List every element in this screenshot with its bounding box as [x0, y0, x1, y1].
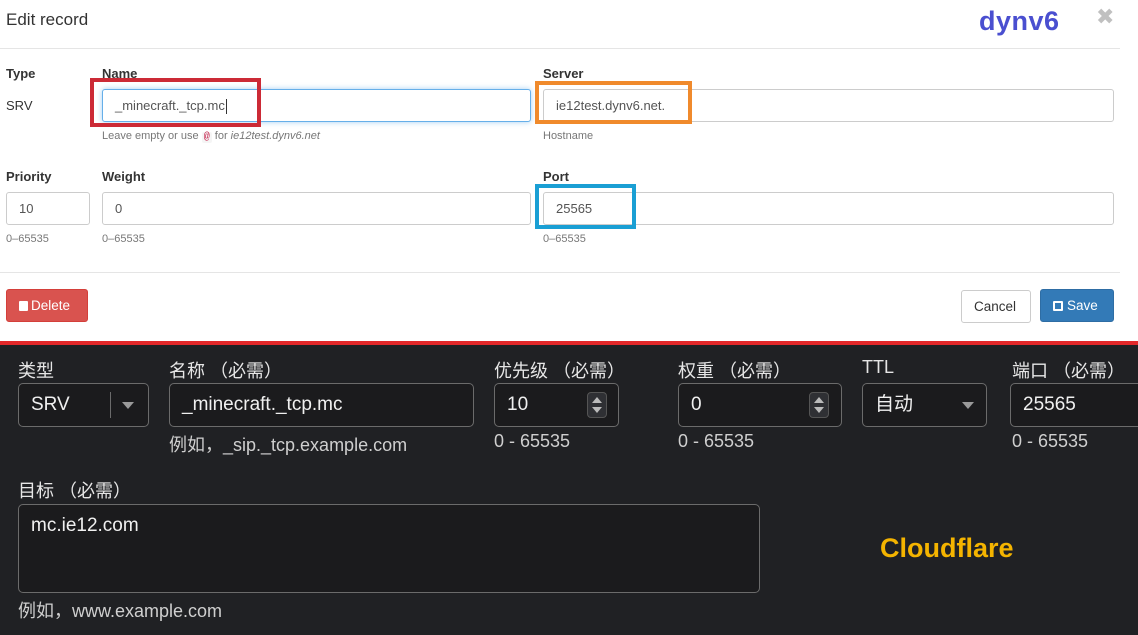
cf-priority-help: 0 - 65535 — [494, 431, 571, 451]
cancel-button[interactable]: Cancel — [961, 290, 1031, 323]
at-symbol-code: @ — [201, 132, 212, 143]
cf-ttl-value: 自动 — [875, 394, 914, 415]
port-label: Port — [543, 169, 569, 184]
cf-ttl-label: TTL — [862, 357, 895, 377]
cf-weight-input[interactable]: 0 — [678, 383, 842, 427]
dialog-title: Edit record — [6, 10, 89, 29]
cf-port-help: 0 - 65535 — [1012, 431, 1089, 451]
priority-input[interactable]: 10 — [6, 192, 90, 225]
weight-input[interactable]: 0 — [102, 192, 531, 225]
save-button[interactable]: Save — [1040, 289, 1114, 322]
cf-name-help: 例如，_sip._tcp.example.com — [169, 435, 408, 455]
weight-label: Weight — [102, 169, 146, 184]
cf-type-value: SRV — [31, 394, 70, 415]
delete-button-label: Delete — [31, 298, 71, 313]
save-button-label: Save — [1067, 298, 1098, 313]
spinner-arrows-icon[interactable] — [587, 392, 607, 418]
port-highlight-box — [535, 184, 636, 229]
cf-weight-help: 0 - 65535 — [678, 431, 755, 451]
cf-priority-input[interactable]: 10 — [494, 383, 619, 427]
cf-name-label: 名称 （必需） — [169, 361, 283, 381]
cf-ttl-select[interactable]: 自动 — [862, 383, 987, 427]
dynv6-brand-label: dynv6 — [979, 6, 1060, 36]
cf-priority-label: 优先级 （必需） — [494, 361, 626, 381]
name-highlight-box — [90, 78, 261, 127]
cf-port-input[interactable]: 25565 — [1010, 383, 1138, 427]
cf-port-label: 端口 （必需） — [1012, 361, 1126, 381]
server-label: Server — [543, 66, 584, 81]
server-help: Hostname — [543, 130, 594, 142]
server-highlight-box — [535, 81, 692, 124]
priority-help: 0–65535 — [6, 233, 49, 245]
close-icon[interactable]: ✖ — [1096, 4, 1114, 30]
name-help-for: for — [214, 130, 228, 142]
cf-target-label: 目标 （必需） — [18, 481, 132, 501]
cf-name-input[interactable]: _minecraft._tcp.mc — [169, 383, 474, 427]
cf-target-textarea[interactable]: mc.ie12.com — [18, 504, 760, 593]
footer-divider — [0, 272, 1120, 273]
weight-help: 0–65535 — [102, 233, 145, 245]
cloudflare-brand-label: Cloudflare — [880, 533, 1014, 563]
select-divider — [110, 392, 111, 418]
cloudflare-srv-record-form: 类型 SRV 名称 （必需） _minecraft._tcp.mc 例如，_si… — [0, 345, 1138, 635]
cf-target-help: 例如，www.example.com — [18, 601, 223, 621]
cf-weight-label: 权重 （必需） — [678, 361, 792, 381]
chevron-down-icon — [962, 402, 974, 409]
floppy-disk-icon — [1053, 301, 1063, 311]
cf-weight-value: 0 — [691, 394, 702, 415]
priority-label: Priority — [6, 169, 52, 184]
name-help: Leave empty or use @ for ie12test.dynv6.… — [102, 130, 320, 143]
name-help-prefix: Leave empty or use — [102, 130, 199, 142]
trash-icon — [19, 301, 28, 311]
spinner-arrows-icon[interactable] — [809, 392, 829, 418]
dynv6-edit-record-dialog: Edit record dynv6 ✖ Type SRV Name _minec… — [0, 0, 1138, 341]
type-value: SRV — [6, 98, 33, 113]
type-label: Type — [6, 66, 36, 81]
port-help: 0–65535 — [543, 233, 586, 245]
chevron-down-icon — [122, 402, 134, 409]
delete-button[interactable]: Delete — [6, 289, 88, 322]
cf-type-select[interactable]: SRV — [18, 383, 149, 427]
header-divider — [0, 48, 1120, 49]
cf-type-label: 类型 — [18, 361, 54, 381]
cf-priority-value: 10 — [507, 394, 529, 415]
name-help-domain: ie12test.dynv6.net — [230, 130, 320, 142]
